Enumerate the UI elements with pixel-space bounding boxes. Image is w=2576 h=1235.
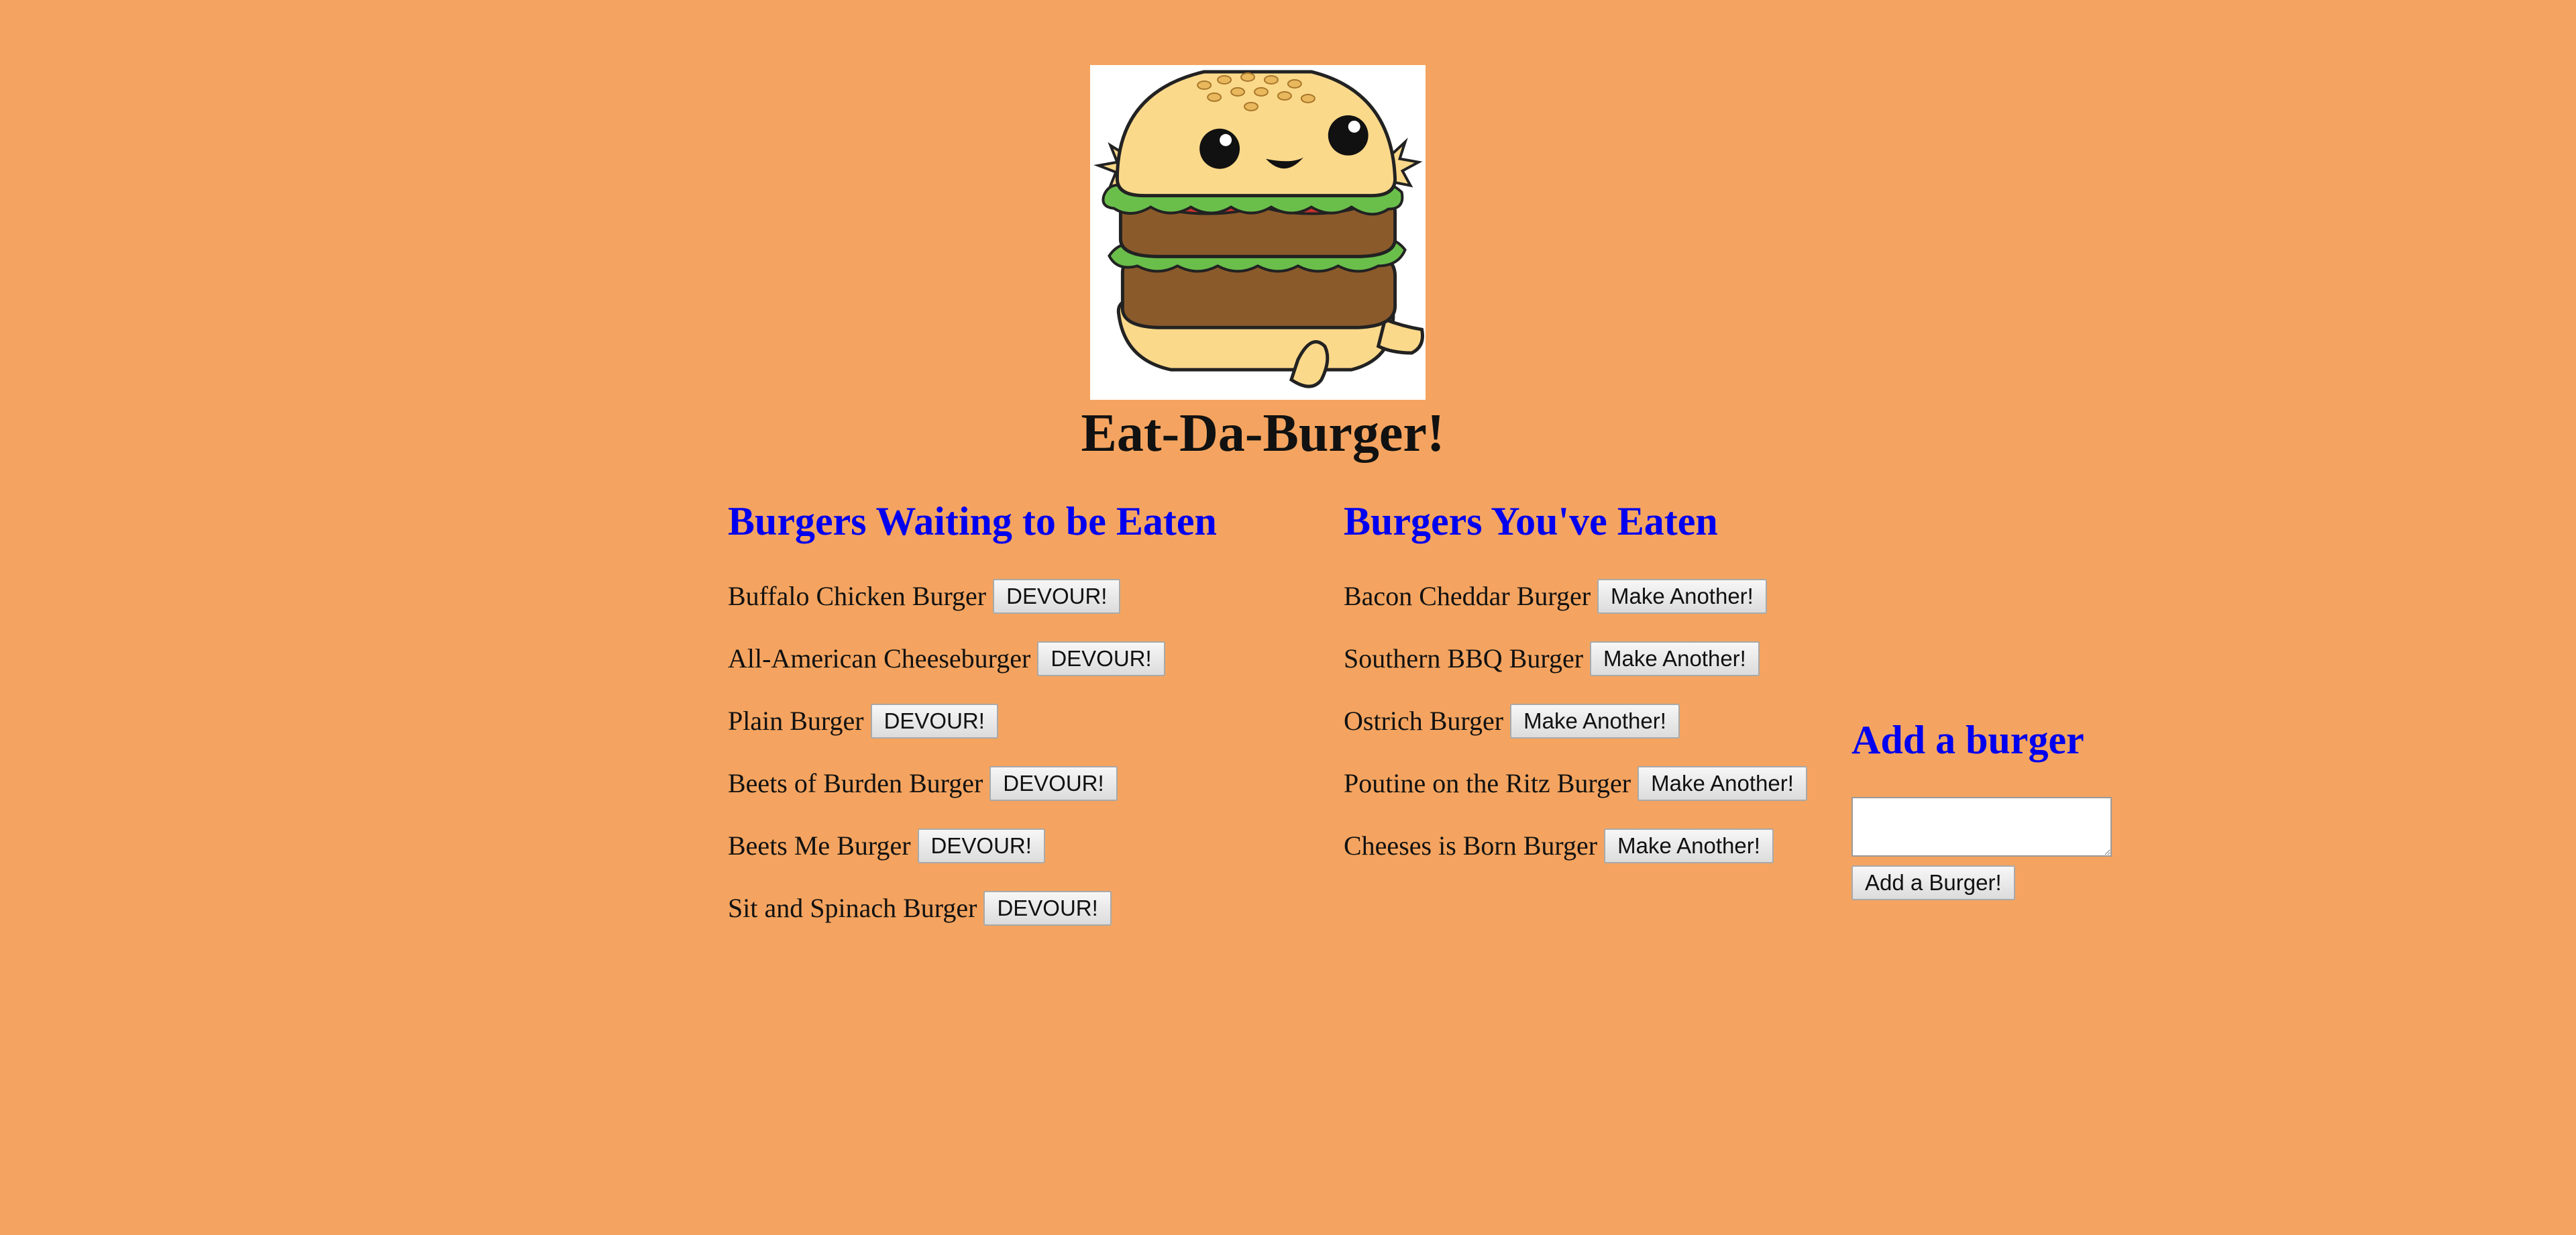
make-another-button[interactable]: Make Another! [1590, 641, 1760, 676]
devour-button[interactable]: DEVOUR! [917, 828, 1045, 863]
waiting-burger-list: Buffalo Chicken Burger DEVOUR! All-America… [728, 565, 1165, 939]
burger-name: Buffalo Chicken Burger [728, 580, 987, 611]
make-another-button[interactable]: Make Another! [1604, 828, 1774, 863]
waiting-burger-item: Plain Burger DEVOUR! [728, 690, 1165, 752]
devour-button[interactable]: DEVOUR! [989, 765, 1118, 801]
eaten-burger-item: Southern BBQ Burger Make Another! [1344, 627, 1807, 690]
burger-name: All-American Cheeseburger [728, 643, 1031, 674]
burger-name: Cheeses is Born Burger [1344, 830, 1598, 861]
eaten-burger-item: Ostrich Burger Make Another! [1344, 690, 1807, 752]
waiting-burger-item: Beets of Burden Burger DEVOUR! [728, 752, 1165, 814]
burger-name: Beets Me Burger [728, 830, 911, 861]
waiting-burger-item: Beets Me Burger DEVOUR! [728, 814, 1165, 877]
eaten-burger-item: Cheeses is Born Burger Make Another! [1344, 814, 1807, 877]
devour-button[interactable]: DEVOUR! [983, 890, 1112, 926]
eaten-burger-item: Bacon Cheddar Burger Make Another! [1344, 565, 1807, 627]
eaten-heading: Burgers You've Eaten [1344, 499, 1718, 543]
eaten-burger-item: Poutine on the Ritz Burger Make Another! [1344, 752, 1807, 814]
burger-name-input[interactable] [1851, 797, 2112, 857]
add-burger-heading: Add a burger [1851, 718, 2084, 762]
devour-button[interactable]: DEVOUR! [1037, 641, 1165, 676]
add-burger-button[interactable]: Add a Burger! [1851, 865, 2015, 900]
burger-name: Beets of Burden Burger [728, 767, 983, 798]
make-another-button[interactable]: Make Another! [1597, 578, 1767, 614]
burger-name: Southern BBQ Burger [1344, 643, 1584, 674]
cartoon-burger-logo-icon [1093, 70, 1424, 388]
burger-name: Poutine on the Ritz Burger [1344, 767, 1631, 798]
page-title: Eat-Da-Burger! [1081, 404, 1445, 463]
make-another-button[interactable]: Make Another! [1510, 703, 1680, 739]
eaten-burger-list: Bacon Cheddar Burger Make Another! Souther… [1344, 565, 1807, 877]
burger-name: Plain Burger [728, 705, 864, 736]
waiting-burger-item: Buffalo Chicken Burger DEVOUR! [728, 565, 1165, 627]
burger-name: Ostrich Burger [1344, 705, 1504, 736]
make-another-button[interactable]: Make Another! [1638, 765, 1807, 801]
devour-button[interactable]: DEVOUR! [993, 578, 1121, 614]
burger-name: Bacon Cheddar Burger [1344, 580, 1591, 611]
waiting-heading: Burgers Waiting to be Eaten [728, 499, 1217, 543]
burger-logo [1090, 65, 1426, 400]
devour-button[interactable]: DEVOUR! [870, 703, 998, 739]
burger-name: Sit and Spinach Burger [728, 892, 977, 923]
waiting-burger-item: Sit and Spinach Burger DEVOUR! [728, 877, 1165, 939]
waiting-burger-item: All-American Cheeseburger DEVOUR! [728, 627, 1165, 690]
